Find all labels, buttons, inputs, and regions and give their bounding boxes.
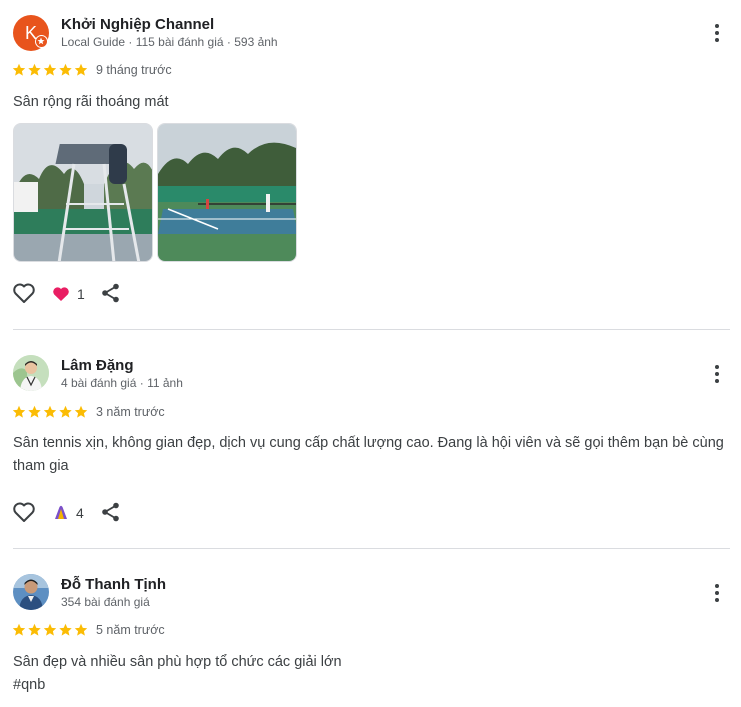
star-icon — [74, 63, 88, 76]
avatar[interactable] — [13, 574, 49, 610]
reaction-count: 4 — [76, 505, 84, 521]
star-icon — [28, 623, 41, 636]
reviewer-name[interactable]: Lâm Đặng — [61, 357, 134, 374]
reviewer-name[interactable]: Khởi Nghiệp Channel — [61, 16, 214, 33]
star-icon — [12, 405, 26, 418]
heart-reaction-icon — [52, 286, 70, 302]
review-text: Sân tennis xịn, không gian đẹp, dịch vụ … — [13, 435, 724, 474]
share-icon[interactable] — [101, 283, 121, 303]
star-icon — [59, 405, 72, 418]
divider — [13, 548, 730, 549]
review-photo[interactable] — [13, 123, 153, 262]
local-guide-badge-icon — [35, 35, 48, 48]
star-icon — [12, 623, 26, 636]
review-time: 3 năm trước — [96, 405, 165, 419]
more-options-icon[interactable] — [706, 22, 728, 44]
star-icon — [28, 405, 41, 418]
star-rating — [12, 623, 90, 637]
reviewer-meta[interactable]: 4 bài đánh giá · 11 ảnh — [61, 376, 183, 390]
reviewer-meta[interactable]: Local Guide · 115 bài đánh giá · 593 ảnh — [61, 35, 278, 49]
star-icon — [59, 623, 72, 636]
star-icon — [74, 623, 88, 636]
review-time: 9 tháng trước — [96, 63, 172, 77]
reviewer-name[interactable]: Đỗ Thanh Tịnh — [61, 576, 166, 593]
review-hashtag[interactable]: #qnb — [13, 674, 725, 697]
star-rating — [12, 63, 90, 77]
star-icon — [12, 63, 26, 76]
star-icon — [59, 63, 72, 76]
star-icon — [43, 405, 57, 418]
divider — [13, 329, 730, 330]
star-icon — [43, 623, 57, 636]
like-icon[interactable] — [12, 282, 36, 304]
clap-reaction-icon — [52, 503, 70, 521]
more-options-icon[interactable] — [706, 582, 728, 604]
more-options-icon[interactable] — [706, 363, 728, 385]
share-icon[interactable] — [101, 502, 121, 522]
review-photo[interactable] — [157, 123, 297, 262]
star-rating — [12, 405, 90, 419]
review-text: Sân đẹp và nhiều sân phù hợp tổ chức các… — [13, 654, 342, 670]
star-icon — [74, 405, 88, 418]
star-icon — [43, 63, 57, 76]
like-icon[interactable] — [12, 501, 36, 523]
review-text: Sân rộng rãi thoáng mát — [13, 94, 169, 110]
star-icon — [28, 63, 41, 76]
reaction-count: 1 — [77, 286, 85, 302]
avatar[interactable] — [13, 355, 49, 391]
reviewer-meta[interactable]: 354 bài đánh giá — [61, 595, 150, 609]
review-time: 5 năm trước — [96, 623, 165, 637]
